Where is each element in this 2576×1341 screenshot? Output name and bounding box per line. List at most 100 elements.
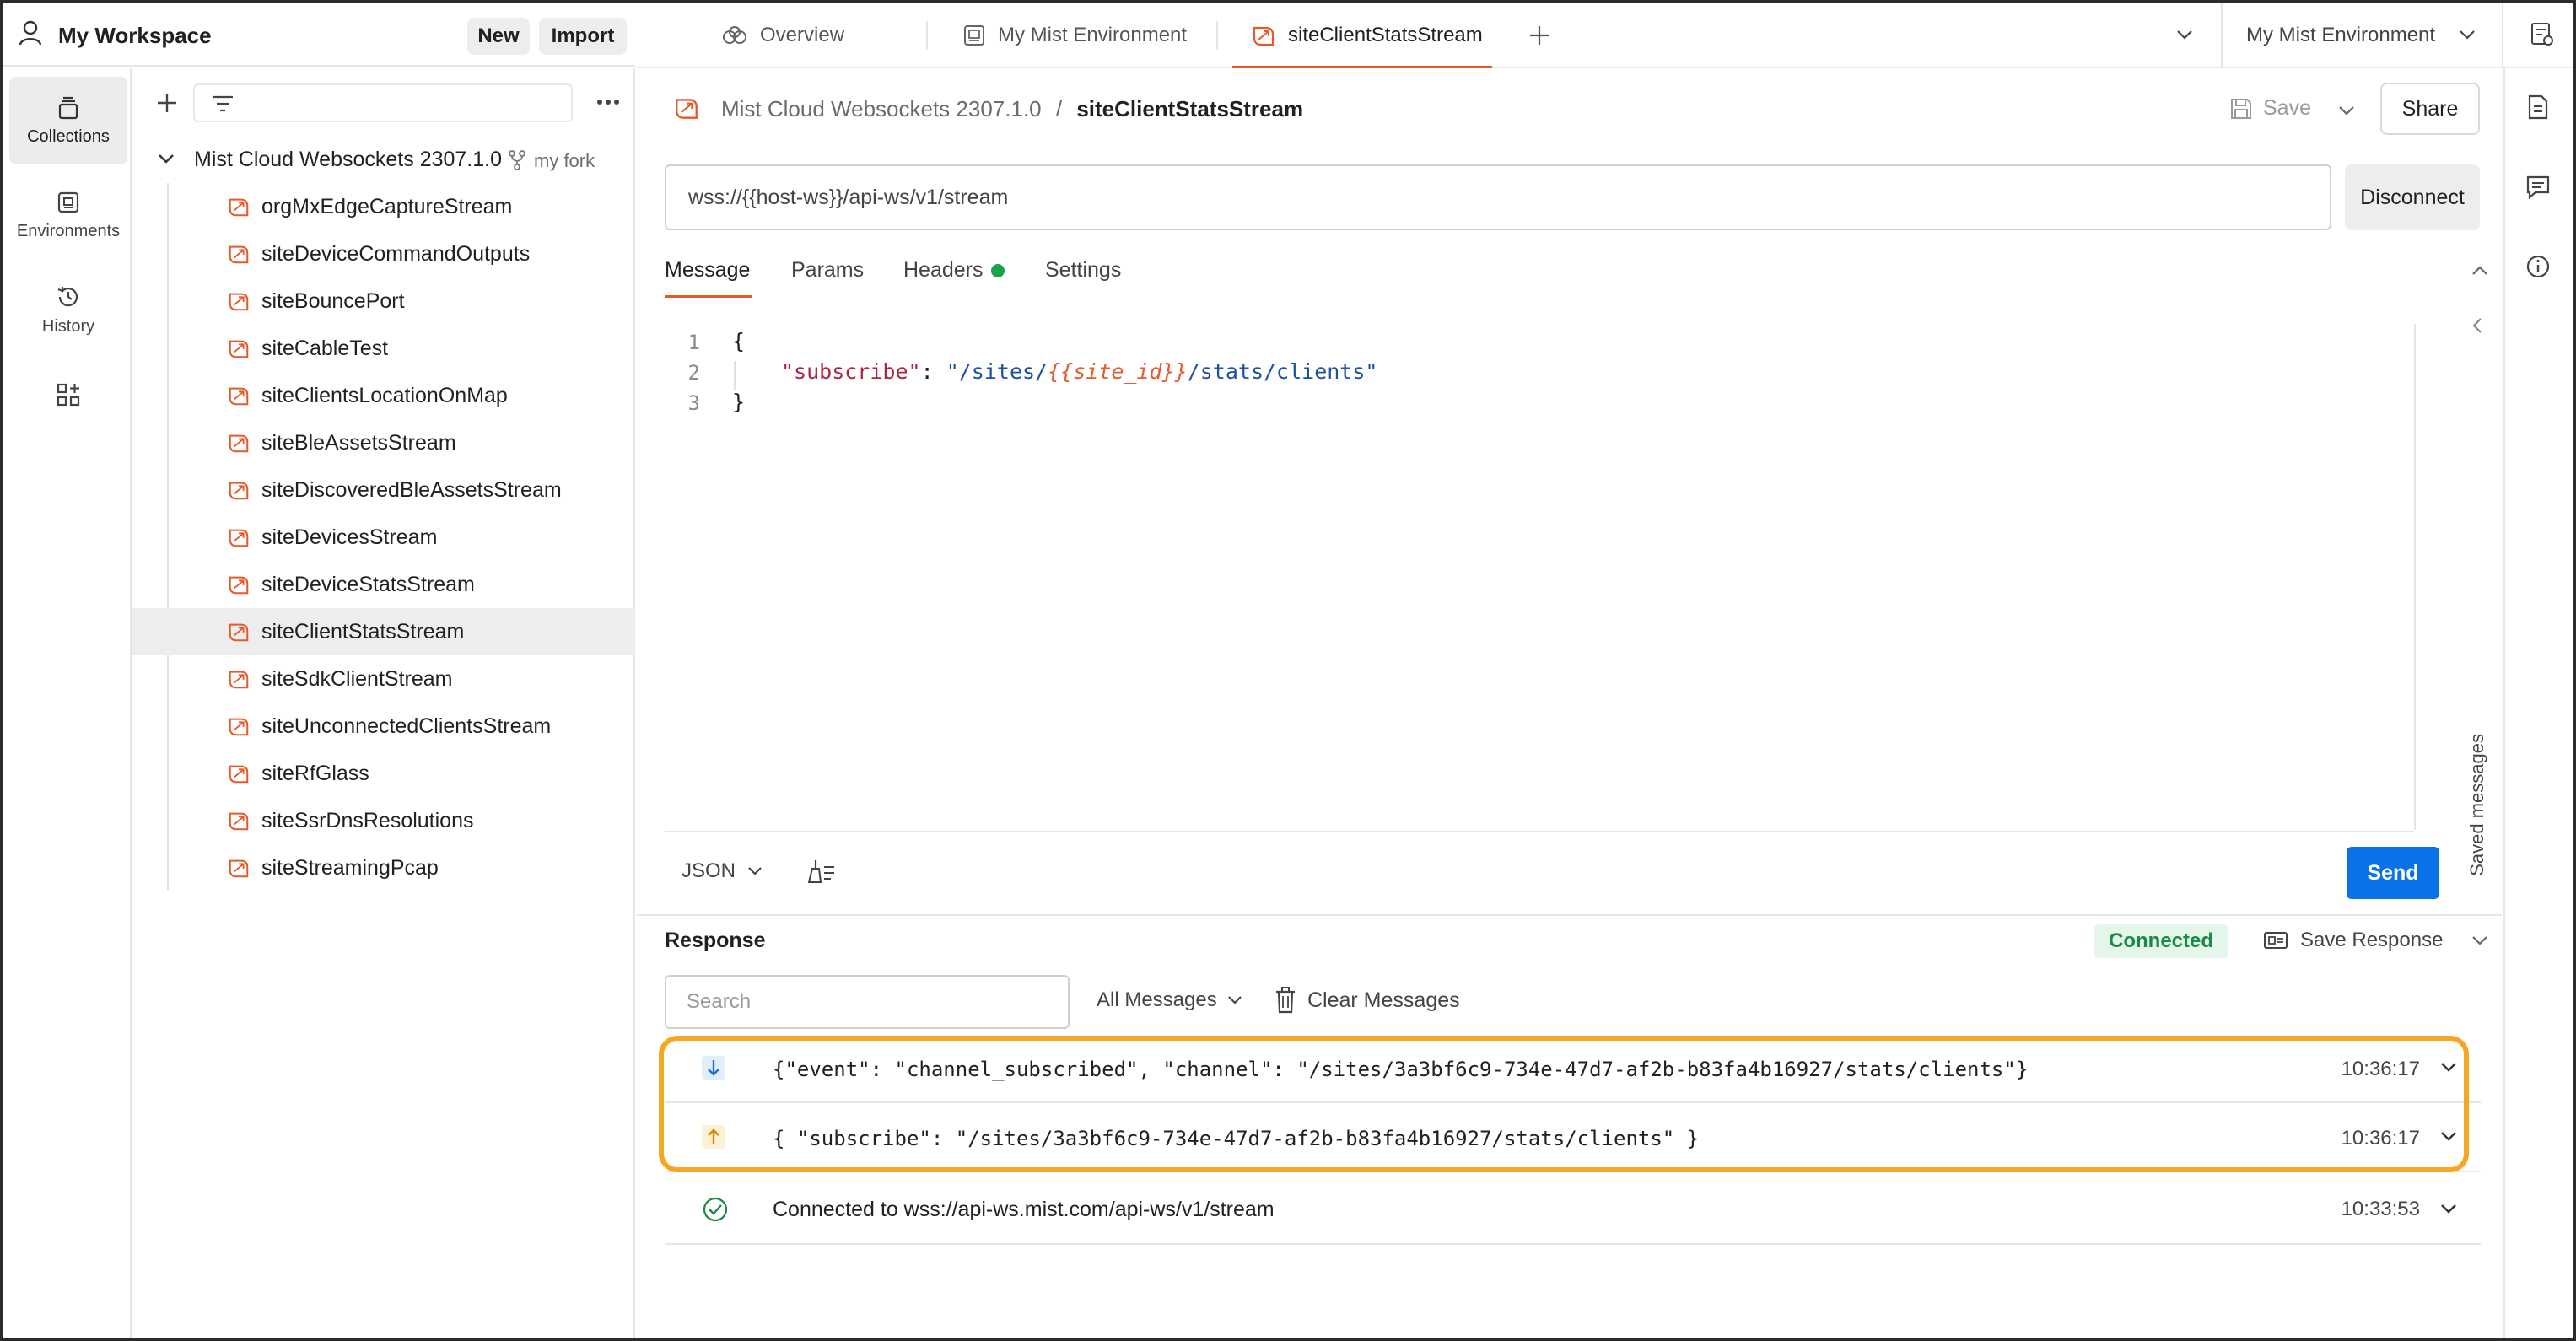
tabs-dropdown-chevron-icon[interactable]	[2176, 29, 2193, 40]
sidebar-item-sitebounceport[interactable]: siteBouncePort	[132, 277, 635, 325]
code-variable: {{site_id}}	[1048, 359, 1188, 384]
send-button[interactable]: Send	[2347, 847, 2439, 899]
sidebar-item-siteclientstatsstream[interactable]: siteClientStatsStream	[132, 608, 635, 655]
line-number: 2	[687, 361, 700, 385]
tab-params[interactable]: Params	[791, 258, 864, 283]
tab-environment[interactable]: My Mist Environment	[962, 3, 1187, 68]
new-button[interactable]: New	[467, 18, 530, 55]
code-colon: :	[920, 359, 946, 384]
save-options-chevron-icon[interactable]	[2338, 105, 2355, 116]
sidebar-item-siteclientslocationonmap[interactable]: siteClientsLocationOnMap	[132, 372, 635, 419]
trash-icon	[1275, 987, 1296, 1014]
headers-status-dot	[991, 264, 1005, 277]
environment-chevron-icon[interactable]	[2459, 29, 2476, 40]
websocket-request-icon	[227, 289, 251, 313]
history-icon	[55, 283, 82, 310]
environment-quick-look-icon[interactable]	[2530, 21, 2555, 48]
message-filter-chevron-icon	[1227, 996, 1242, 1004]
clear-messages-label: Clear Messages	[1307, 988, 1460, 1012]
code-open-brace: {	[732, 329, 746, 353]
import-button[interactable]: Import	[539, 18, 627, 55]
beautify-icon[interactable]	[806, 859, 836, 884]
websocket-request-icon	[227, 431, 251, 455]
format-select[interactable]: JSON	[682, 859, 763, 883]
sidebar-item-sitedevicecommandoutputs[interactable]: siteDeviceCommandOutputs	[132, 230, 635, 277]
rail-collections-label: Collections	[27, 127, 110, 146]
tab-siteclientstatsstream[interactable]: siteClientStatsStream	[1251, 3, 1483, 68]
message-filter-select[interactable]: All Messages	[1097, 988, 1242, 1012]
rail-collections[interactable]: Collections	[9, 77, 127, 164]
more-options-icon[interactable]	[596, 99, 620, 105]
sidebar-item-siterfglass[interactable]: siteRfGlass	[132, 750, 635, 797]
collection-row[interactable]: Mist Cloud Websockets 2307.1.0 my fork	[132, 136, 635, 183]
saved-messages-toggle[interactable]: Saved messages	[2463, 734, 2497, 902]
documentation-icon[interactable]	[2527, 94, 2549, 121]
websocket-request-icon	[227, 620, 251, 644]
sidebar-item-sitedevicestatsstream[interactable]: siteDeviceStatsStream	[132, 561, 635, 608]
sidebar-item-sitestreamingpcap[interactable]: siteStreamingPcap	[132, 844, 635, 891]
tab-message[interactable]: Message	[665, 258, 750, 283]
active-tab-indicator	[1232, 66, 1492, 68]
tab-headers[interactable]: Headers	[903, 258, 984, 283]
sidebar-item-sitebleassetsstream[interactable]: siteBleAssetsStream	[132, 419, 635, 466]
collapse-chevron-up-icon[interactable]	[2471, 265, 2488, 277]
rail-history[interactable]: History	[9, 266, 127, 353]
sidebar-item-label: siteClientsLocationOnMap	[261, 384, 508, 407]
share-button[interactable]: Share	[2380, 83, 2480, 135]
sidebar-item-siteunconnectedclientsstream[interactable]: siteUnconnectedClientsStream	[132, 703, 635, 750]
breadcrumb-parent[interactable]: Mist Cloud Websockets 2307.1.0	[721, 96, 1042, 121]
sidebar-item-sitesdkclientstream[interactable]: siteSdkClientStream	[132, 655, 635, 703]
breadcrumb-current[interactable]: siteClientStatsStream	[1076, 96, 1303, 121]
expand-chevron-icon[interactable]	[2440, 1203, 2457, 1214]
connection-status-badge: Connected	[2094, 924, 2229, 958]
save-button[interactable]: Save	[2229, 96, 2311, 121]
expand-saved-chevron-icon[interactable]	[2471, 317, 2483, 334]
editor-scrollbar[interactable]	[2414, 324, 2416, 830]
filter-input[interactable]	[193, 83, 573, 122]
message-text: { "subscribe": "/sites/3a3bf6c9-734e-47d…	[773, 1127, 1700, 1150]
websocket-request-icon	[227, 856, 251, 880]
websocket-request-icon	[227, 337, 251, 360]
received-arrow-down-icon	[702, 1056, 725, 1080]
sidebar-item-sitecabletest[interactable]: siteCableTest	[132, 325, 635, 372]
websocket-request-icon	[673, 94, 700, 121]
sidebar-item-sitessrdnsresolutions[interactable]: siteSsrDnsResolutions	[132, 797, 635, 844]
url-input[interactable]: wss://{{host-ws}}/api-ws/v1/stream	[665, 164, 2331, 230]
sidebar-item-label: siteDeviceCommandOutputs	[261, 242, 531, 266]
format-chevron-icon	[748, 867, 762, 875]
comments-icon[interactable]	[2525, 175, 2551, 200]
clear-messages-button[interactable]: Clear Messages	[1275, 987, 1460, 1014]
tab-settings[interactable]: Settings	[1045, 258, 1121, 283]
right-rail	[2503, 68, 2573, 1338]
response-divider[interactable]	[637, 914, 2502, 916]
expand-chevron-icon[interactable]	[2440, 1130, 2457, 1142]
message-tab-indicator	[665, 295, 752, 298]
rail-configure-workbench[interactable]	[9, 365, 127, 424]
tab-overview[interactable]: Overview	[721, 3, 844, 68]
disconnect-button[interactable]: Disconnect	[2345, 164, 2480, 230]
rail-environments[interactable]: Environments	[9, 171, 127, 259]
websocket-request-icon	[227, 573, 251, 596]
response-collapse-chevron-icon[interactable]	[2471, 934, 2488, 946]
sidebar-item-label: siteBleAssetsStream	[261, 431, 456, 455]
info-icon[interactable]	[2525, 254, 2551, 279]
sidebar-item-sitediscoveredbleassetsstream[interactable]: siteDiscoveredBleAssetsStream	[132, 466, 635, 514]
new-tab-plus-icon[interactable]	[1528, 24, 1550, 46]
response-search-input[interactable]: Search	[665, 975, 1070, 1029]
sidebar-item-orgmxedgecapturestream[interactable]: orgMxEdgeCaptureStream	[132, 183, 635, 230]
workspace-title[interactable]: My Workspace	[58, 23, 212, 49]
format-label: JSON	[682, 859, 736, 882]
overview-icon	[721, 25, 748, 46]
workspace-header: My Workspace New Import	[3, 3, 635, 67]
expand-chevron-icon[interactable]	[2440, 1061, 2457, 1073]
message-row-sent[interactable]: { "subscribe": "/sites/3a3bf6c9-734e-47d…	[665, 1105, 2481, 1172]
environments-icon	[56, 190, 81, 215]
sidebar-item-label: siteUnconnectedClientsStream	[261, 714, 552, 738]
plus-icon[interactable]	[156, 92, 178, 114]
message-row-connected[interactable]: Connected to wss://api-ws.mist.com/api-w…	[665, 1174, 2481, 1245]
sidebar-item-sitedevicesstream[interactable]: siteDevicesStream	[132, 514, 635, 561]
message-row-received[interactable]: {"event": "channel_subscribed", "channel…	[665, 1036, 2481, 1103]
save-response-button[interactable]: Save Response	[2263, 929, 2443, 952]
websocket-request-icon	[227, 195, 251, 218]
rail-history-label: History	[41, 316, 95, 336]
